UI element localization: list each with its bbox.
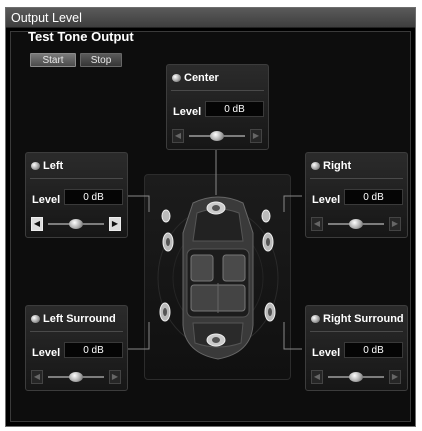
slider-knob[interactable]: [349, 372, 363, 382]
right-header: Right: [311, 160, 351, 172]
divider: [310, 178, 403, 179]
channel-name: Right Surround: [323, 313, 404, 325]
speaker-icon: [31, 162, 40, 170]
test-tone-title: Test Tone Output: [28, 29, 134, 44]
speaker-icon: [172, 74, 181, 82]
slider-knob[interactable]: [69, 219, 83, 229]
left-level-value[interactable]: 0 dB: [64, 189, 123, 205]
level-label: Level: [312, 194, 341, 206]
left-level-slider[interactable]: ◀ ▶: [31, 217, 121, 231]
level-label: Level: [32, 194, 61, 206]
channel-name: Left Surround: [43, 313, 116, 325]
increase-arrow-icon[interactable]: ▶: [389, 217, 401, 231]
left-surround-level-slider[interactable]: ◀ ▶: [31, 370, 121, 384]
left-surround-header: Left Surround: [31, 313, 116, 325]
start-button[interactable]: Start: [30, 53, 76, 67]
speaker-icon: [311, 315, 320, 323]
center-header: Center: [172, 72, 219, 84]
increase-arrow-icon[interactable]: ▶: [109, 217, 121, 231]
left-header: Left: [31, 160, 63, 172]
slider-knob[interactable]: [210, 131, 224, 141]
divider: [310, 331, 403, 332]
divider: [30, 331, 123, 332]
right-level-slider[interactable]: ◀ ▶: [311, 217, 401, 231]
decrease-arrow-icon[interactable]: ◀: [31, 217, 43, 231]
left-panel: Left Level 0 dB ◀ ▶: [25, 152, 128, 238]
right-level-value[interactable]: 0 dB: [344, 189, 403, 205]
channel-name: Left: [43, 160, 64, 172]
level-label: Level: [32, 347, 61, 359]
center-level-slider[interactable]: ◀ ▶: [172, 129, 262, 143]
center-level-value[interactable]: 0 dB: [205, 101, 264, 117]
decrease-arrow-icon[interactable]: ◀: [311, 370, 323, 384]
increase-arrow-icon[interactable]: ▶: [109, 370, 121, 384]
center-panel: Center Level 0 dB ◀ ▶: [166, 64, 269, 150]
channel-name: Right: [323, 160, 352, 172]
level-label: Level: [173, 106, 202, 118]
decrease-arrow-icon[interactable]: ◀: [31, 370, 43, 384]
right-surround-level-value[interactable]: 0 dB: [344, 342, 403, 358]
increase-arrow-icon[interactable]: ▶: [250, 129, 262, 143]
slider-knob[interactable]: [349, 219, 363, 229]
window-title: Output Level: [6, 8, 415, 28]
decrease-arrow-icon[interactable]: ◀: [311, 217, 323, 231]
level-label: Level: [312, 347, 341, 359]
speaker-icon: [31, 315, 40, 323]
left-surround-level-value[interactable]: 0 dB: [64, 342, 123, 358]
left-surround-panel: Left Surround Level 0 dB ◀ ▶: [25, 305, 128, 391]
right-surround-panel: Right Surround Level 0 dB ◀ ▶: [305, 305, 408, 391]
channel-name: Center: [184, 72, 219, 84]
divider: [30, 178, 123, 179]
increase-arrow-icon[interactable]: ▶: [389, 370, 401, 384]
slider-knob[interactable]: [69, 372, 83, 382]
stop-button[interactable]: Stop: [80, 53, 122, 67]
right-surround-level-slider[interactable]: ◀ ▶: [311, 370, 401, 384]
right-surround-header: Right Surround: [311, 313, 404, 325]
decrease-arrow-icon[interactable]: ◀: [172, 129, 184, 143]
speaker-icon: [311, 162, 320, 170]
car-illustration: [144, 174, 291, 380]
divider: [171, 90, 264, 91]
right-panel: Right Level 0 dB ◀ ▶: [305, 152, 408, 238]
